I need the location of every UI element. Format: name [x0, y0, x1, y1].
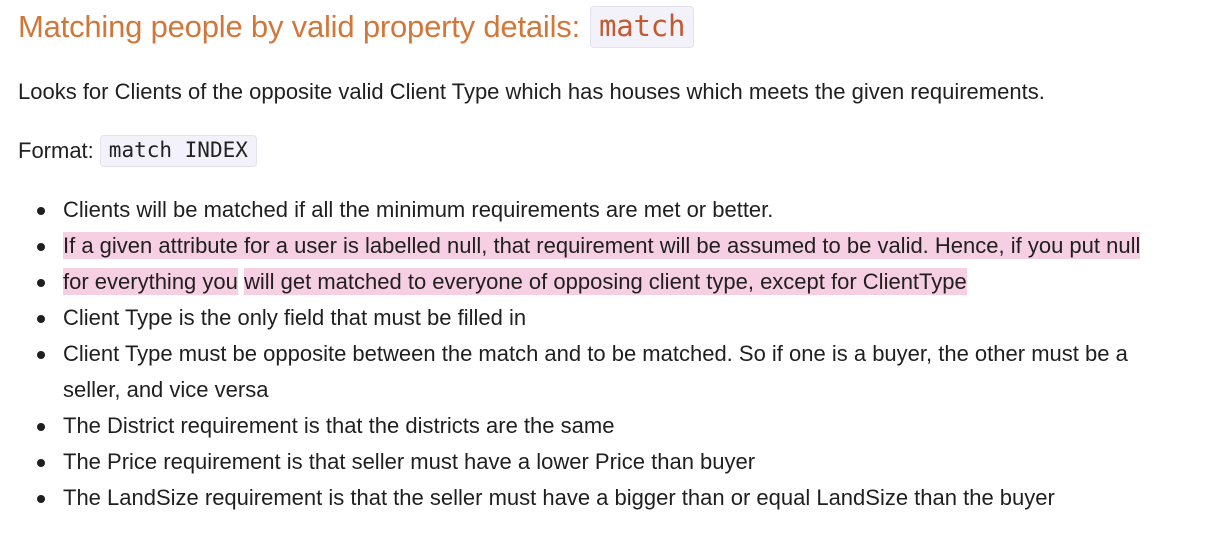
list-item-text: The Price requirement is that seller mus…	[63, 449, 756, 474]
requirements-list: Clients will be matched if all the minim…	[18, 192, 1208, 516]
bullet-dot	[37, 315, 45, 323]
highlighted-text: will get matched to everyone of opposing…	[244, 268, 967, 295]
bullet-dot	[37, 207, 45, 215]
section-heading-text: Matching people by valid property detail…	[18, 9, 580, 44]
bullet-dot	[37, 279, 45, 287]
highlighted-text: for everything you	[63, 268, 238, 295]
bullet-dot	[37, 243, 45, 251]
list-item: Clients will be matched if all the minim…	[18, 192, 1208, 228]
highlighted-text: If a given attribute for a user is label…	[63, 232, 1141, 259]
format-line: Format: match INDEX	[18, 134, 257, 168]
list-item: If a given attribute for a user is label…	[18, 228, 1208, 264]
list-item-text: Client Type must be opposite between the…	[63, 341, 1128, 402]
format-code: match INDEX	[99, 135, 257, 167]
list-item: Client Type must be opposite between the…	[18, 336, 1208, 408]
bullet-dot	[37, 459, 45, 467]
command-code-match: match	[589, 6, 695, 48]
format-label: Format:	[18, 138, 94, 163]
list-item: The LandSize requirement is that the sel…	[18, 480, 1208, 516]
bullet-dot	[37, 495, 45, 503]
bullet-dot	[37, 423, 45, 431]
list-item: for everything you will get matched to e…	[18, 264, 1208, 300]
list-item-text: The LandSize requirement is that the sel…	[63, 485, 1055, 510]
list-item-text: The District requirement is that the dis…	[63, 413, 615, 438]
list-item-text: Clients will be matched if all the minim…	[63, 197, 774, 222]
list-item-text: Client Type is the only field that must …	[63, 305, 527, 330]
intro-paragraph: Looks for Clients of the opposite valid …	[18, 79, 1045, 104]
list-item: Client Type is the only field that must …	[18, 300, 1208, 336]
section-heading: Matching people by valid property detail…	[18, 4, 695, 50]
list-item: The Price requirement is that seller mus…	[18, 444, 1208, 480]
bullet-dot	[37, 351, 45, 359]
list-item: The District requirement is that the dis…	[18, 408, 1208, 444]
